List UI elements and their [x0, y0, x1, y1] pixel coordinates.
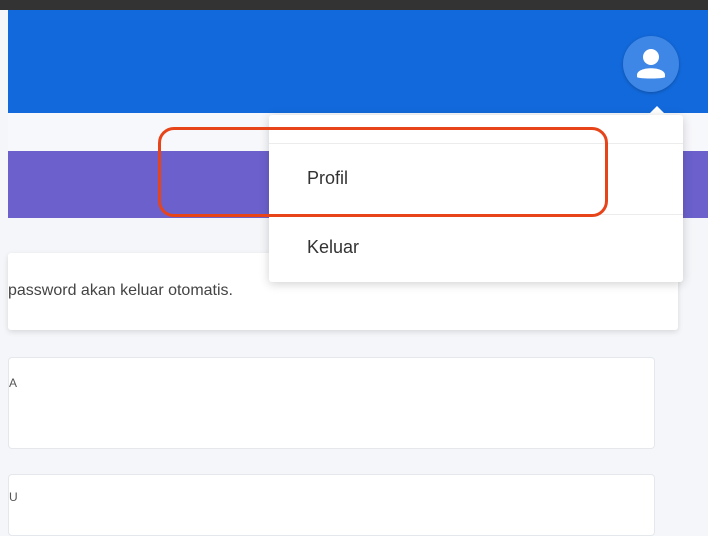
form-field[interactable]: U: [8, 474, 655, 536]
field-label: U: [9, 490, 18, 504]
menu-item-label: Keluar: [307, 237, 360, 257]
alert-text: password akan keluar otomatis.: [8, 282, 233, 299]
app-header: [8, 10, 708, 113]
field-label: A: [9, 376, 18, 390]
menu-item-profil[interactable]: Profil: [269, 143, 683, 215]
user-avatar-button[interactable]: [623, 36, 679, 92]
window-top-bar: [0, 0, 708, 10]
user-dropdown-menu: Profil Keluar: [269, 115, 683, 282]
menu-item-keluar[interactable]: Keluar: [269, 213, 683, 283]
form-field[interactable]: A: [8, 357, 655, 449]
user-avatar-icon: [637, 49, 665, 79]
menu-item-label: Profil: [307, 168, 349, 188]
